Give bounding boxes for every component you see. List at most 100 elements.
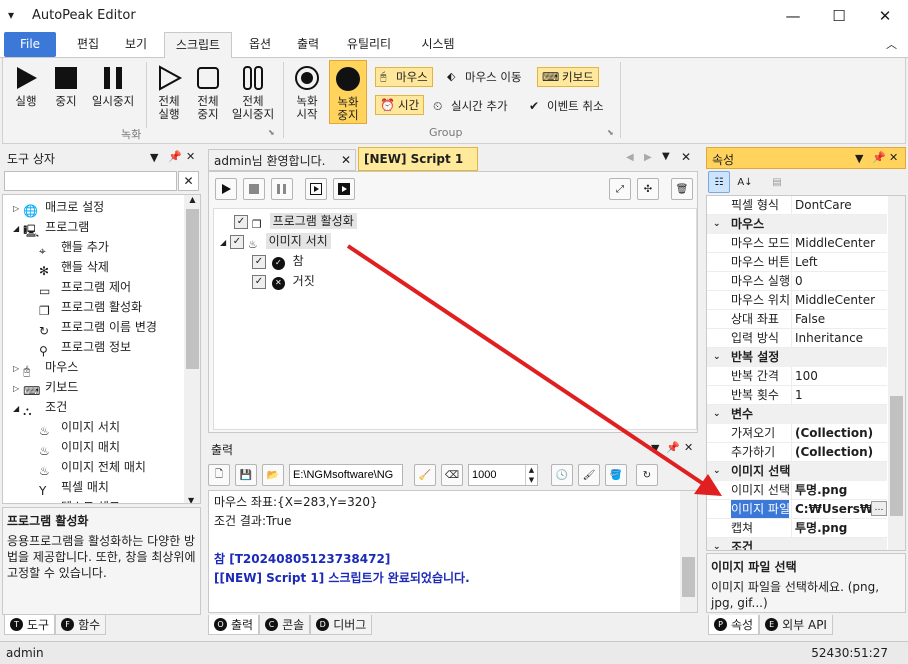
close-window-button[interactable]: ✕ (862, 0, 908, 32)
log-path-input[interactable] (289, 464, 403, 486)
property-row[interactable]: 캡쳐 투명.png (707, 519, 887, 538)
scroll-thumb[interactable] (890, 396, 903, 516)
property-value[interactable]: MiddleCenter (791, 291, 886, 309)
toolbox-item[interactable]: ▷ 🌐 매크로 설정 (13, 197, 104, 218)
property-scrollbar[interactable] (888, 196, 905, 550)
new-log-button[interactable]: 🗋 (208, 464, 230, 486)
close-icon[interactable]: ✕ (684, 441, 693, 454)
maximize-button[interactable]: ☐ (816, 0, 862, 32)
run-button[interactable]: 실행 (9, 64, 43, 108)
property-value[interactable]: Inheritance (791, 329, 886, 347)
step-button[interactable] (305, 178, 327, 200)
property-value[interactable]: (Collection) (791, 424, 886, 442)
property-row[interactable]: 마우스 모드 MiddleCenter (707, 234, 887, 253)
record-stop-button[interactable]: 녹화 중지 (329, 60, 367, 124)
clear-search-button[interactable]: ✕ (178, 171, 199, 191)
property-row[interactable]: 입력 방식 Inheritance (707, 329, 887, 348)
tab-file[interactable]: File (4, 32, 56, 57)
window-menu-icon[interactable]: ▾ (8, 8, 14, 22)
fill-button[interactable]: 🪣 (605, 464, 627, 486)
property-value[interactable]: 투명.png (791, 519, 886, 537)
tab-script[interactable]: 스크립트 (164, 32, 232, 59)
save-log-button[interactable]: 💾 (235, 464, 257, 486)
expand-icon[interactable]: ◢ (13, 224, 19, 233)
property-value[interactable]: False (791, 310, 886, 328)
spin-icon[interactable]: ▲ ▼ (525, 465, 537, 485)
property-value[interactable]: 100 (791, 367, 886, 385)
minimize-button[interactable]: — (770, 0, 816, 32)
toolbox-item[interactable]: ↻ 프로그램 이름 변경 (39, 317, 157, 338)
scroll-thumb[interactable] (186, 209, 199, 369)
property-value[interactable]: 1 (791, 386, 886, 404)
close-icon[interactable]: ✕ (186, 150, 195, 163)
browse-button[interactable]: … (871, 501, 887, 516)
expand-icon[interactable]: ▷ (13, 384, 19, 393)
pin-icon[interactable]: 📌 (666, 441, 680, 454)
scroll-thumb[interactable] (682, 557, 695, 597)
property-row[interactable]: 마우스 버튼 Left (707, 253, 887, 272)
tab-welcome[interactable]: admin님 환영합니다. ✕ (208, 149, 356, 171)
record-start-button[interactable]: 녹화 시작 (289, 64, 325, 121)
realtime-add-toggle[interactable]: ⏲ 실시간 추가 (433, 98, 508, 114)
expand-icon[interactable]: ◢ (13, 404, 19, 413)
keyboard-toggle[interactable]: ⌨ 키보드 (537, 67, 599, 87)
collapse-icon[interactable]: ⌄ (713, 462, 721, 480)
property-row[interactable]: 반복 간격 100 (707, 367, 887, 386)
stop-all-button[interactable]: 전체 중지 (191, 64, 225, 121)
property-category[interactable]: ⌄ 변수 (707, 405, 887, 424)
close-icon[interactable]: ✕ (889, 151, 898, 164)
property-row[interactable]: 이미지 파일C:₩Users₩ngm… (707, 500, 887, 519)
checkbox-checked[interactable]: ✓ (252, 274, 266, 289)
tree-node-true[interactable]: ✓ ✓ 참 (252, 251, 304, 271)
tab-output[interactable]: 출력 (284, 32, 332, 57)
mouse-move-toggle[interactable]: ⬖ 마우스 이동 (447, 69, 522, 85)
tree-node-image-search[interactable]: ◢ ✓ ♨ 이미지 서치 (220, 231, 331, 251)
tab-properties[interactable]: P 속성 (708, 615, 760, 635)
collapse-all-button[interactable]: ✣ (637, 178, 659, 200)
toolbox-item[interactable]: ▭ 프로그램 제어 (39, 277, 131, 298)
toolbox-item[interactable]: ❐ 프로그램 활성화 (39, 297, 142, 318)
property-value[interactable]: Left (791, 253, 886, 271)
stop-script-button[interactable] (243, 178, 265, 200)
expand-icon[interactable]: ▷ (13, 364, 19, 373)
collapse-icon[interactable]: ⌄ (713, 405, 721, 423)
clean-button[interactable]: 🧹 (414, 464, 436, 486)
run-selected-button[interactable] (333, 178, 355, 200)
tab-output-log[interactable]: O 출력 (208, 615, 260, 635)
property-category[interactable]: ⌄ 조건 (707, 538, 887, 550)
property-row[interactable]: 이미지 선택 투명.png (707, 481, 887, 500)
pause-script-button[interactable] (271, 178, 293, 200)
time-button[interactable]: 🕓 (551, 464, 573, 486)
delete-button[interactable]: 🗑 (671, 178, 693, 200)
toolbox-item[interactable]: ▷ 🖰 마우스 (13, 357, 78, 378)
property-category[interactable]: ⌄ 마우스 (707, 215, 887, 234)
alphabetical-button[interactable]: A↓ (734, 171, 756, 193)
brush-button[interactable]: 🖌 (578, 464, 600, 486)
checkbox-checked[interactable]: ✓ (229, 234, 244, 249)
toolbox-item[interactable]: ▷ ⌨ 키보드 (13, 377, 78, 398)
tab-functions[interactable]: F 함수 (55, 615, 107, 635)
property-value[interactable]: 투명.png (791, 481, 886, 499)
property-row[interactable]: 픽셀 형식 DontCare (707, 196, 887, 215)
dropdown-icon[interactable]: ▼ (150, 151, 158, 164)
checkbox-checked[interactable]: ✓ (252, 254, 266, 269)
toolbox-item[interactable]: T 텍스트 체크 (39, 497, 120, 503)
toolbox-scrollbar[interactable]: ▲ ▼ (184, 195, 200, 503)
property-value[interactable]: DontCare (791, 196, 886, 214)
property-row[interactable]: 마우스 위치 MiddleCenter (707, 291, 887, 310)
toolbox-item[interactable]: ⚲ 프로그램 정보 (39, 337, 131, 358)
expand-all-button[interactable]: ⤢ (609, 178, 631, 200)
tab-system[interactable]: 시스템 (410, 32, 466, 57)
toolbox-item[interactable]: ♨ 이미지 매치 (39, 437, 120, 458)
property-value[interactable]: 0 (791, 272, 886, 290)
tab-debug[interactable]: D 디버그 (310, 615, 373, 635)
line-count-stepper[interactable]: ▲▼ (468, 464, 538, 486)
close-tab-icon[interactable]: ✕ (341, 153, 351, 167)
pause-all-button[interactable]: 전체 일시중지 (227, 64, 279, 121)
property-value[interactable]: MiddleCenter (791, 234, 886, 252)
toolbox-item[interactable]: ✻ 핸들 삭제 (39, 257, 109, 278)
tab-tools[interactable]: T 도구 (4, 615, 56, 635)
scroll-left-icon[interactable]: ◀ (626, 152, 634, 163)
tab-external-api[interactable]: E 외부 API (759, 615, 833, 635)
property-category[interactable]: ⌄ 반복 설정 (707, 348, 887, 367)
